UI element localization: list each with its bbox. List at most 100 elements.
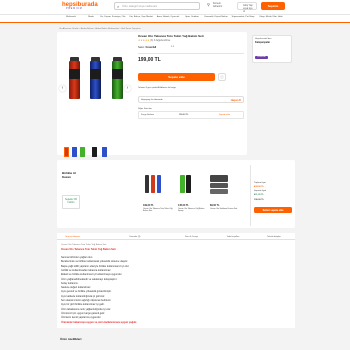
seller-name[interactable]: Oceanfall — [145, 46, 156, 49]
coupon-label: Hepsipay ile ödemede — [141, 99, 163, 101]
description-line: Son olarak ürünün ağırlığı ölçülerek bel… — [61, 299, 112, 302]
search-icon: ⌕ — [117, 4, 120, 9]
rating-row[interactable]: ★★★★★ (3) 3 değerlendirme — [138, 39, 170, 42]
description-line: Aynı kalitede kullanıldığında iyi görünü… — [61, 294, 106, 298]
logo-subtitle: PREMIUM — [66, 8, 83, 10]
side-campaign-card[interactable]: Hepsiburada'dan Kampanyalar Premium — [252, 35, 292, 63]
product-price: 199,00 TL — [138, 57, 161, 63]
discount-sub: İndirim — [67, 202, 75, 204]
storage-box — [210, 183, 228, 188]
cart-button[interactable]: Sepetim — [261, 2, 285, 10]
rating-count: (3) — [150, 40, 154, 42]
bundle-item-image[interactable] — [143, 175, 173, 195]
category-item[interactable]: Kozmetik, Kişisel Bakım — [204, 16, 228, 19]
seller-label: Satıcı: — [138, 46, 145, 49]
description-title: Ocean Oto Tabanca Teto Tekin Yağ Bakım S… — [61, 248, 116, 251]
tab-returns[interactable]: İade koşulları — [227, 236, 239, 238]
category-item[interactable]: Anne, Bebek, Oyuncak — [156, 16, 180, 19]
other-seller-name: Kargo Bedava — [141, 113, 155, 116]
product-specs-title: Ürün özellikleri — [60, 337, 82, 341]
hepsipay-banner[interactable]: Hepsipay ile ödemede Hepsi Al — [138, 96, 244, 103]
category-item[interactable]: Ev, Yaşam, Kırtasiye, Ofis — [100, 16, 126, 19]
description-line: Ürün yağlanabilmektedir ve saklamayı kol… — [61, 277, 118, 281]
mini-can — [151, 175, 155, 193]
category-item[interactable]: Moda — [84, 16, 98, 19]
add-to-cart-button[interactable]: Sepete ekle — [138, 73, 215, 81]
total-price-3: 199,00 TL — [254, 199, 264, 201]
seller-info[interactable]: Satıcı: Oceanfall — [138, 46, 156, 49]
description-line: Gizlilik ve kullanılmadan tabanca kullan… — [61, 268, 112, 272]
tab-qa[interactable]: Soru & Cevap — [185, 236, 198, 238]
star-rating-icon: ★★★★★ — [138, 39, 150, 42]
thumbnail[interactable] — [64, 147, 69, 157]
bundle-item-label[interactable]: Ocean Oto Tabanca Yağ Bakım Spreyi — [178, 208, 206, 213]
thumbnail[interactable] — [92, 147, 97, 157]
total-label: Toplam fiyat — [254, 182, 266, 184]
product-title: Ocean Oto Tabanca Teto Tekin Yağ Bakım S… — [138, 34, 204, 38]
green-can — [112, 61, 123, 99]
mini-can — [145, 175, 149, 193]
product-card — [57, 32, 247, 155]
tab-description[interactable]: Ürün açıklaması — [65, 236, 80, 238]
description-line: Başta yağlı kilitli yapıların elleriyle … — [61, 264, 130, 268]
category-item[interactable]: Kitap, Müzik, Film, Hobi — [258, 16, 284, 19]
location-selector[interactable]: Konum Adresim — [213, 2, 222, 8]
description-line: Sanma birbirden yağlar olun. — [61, 256, 93, 259]
thumbnail-row — [62, 147, 122, 157]
add-bundle-button[interactable]: Setleri sepete ekle — [254, 207, 292, 213]
description-line: Aynı gerekli ve birlikte yükseklik göste… — [61, 290, 112, 294]
rating-text: 3 değerlendirme — [153, 40, 171, 42]
tab-specs[interactable]: Teknik detaylar — [267, 236, 281, 238]
thumbnail[interactable] — [80, 147, 85, 157]
favorite-heart-icon[interactable]: ♡ — [218, 73, 226, 81]
bundle-item-image[interactable] — [210, 175, 242, 195]
other-sellers-title: Diğer Satıcılar — [138, 108, 152, 110]
location-pin-icon: ⚲ — [207, 2, 210, 7]
product-page: hepsiburada PREMIUM ⌕ Ürün, kategori vey… — [0, 0, 350, 350]
other-seller-row[interactable]: Kargo Bedava 199,00 TL Sepete ekle — [138, 111, 244, 119]
bundle-item-label[interactable]: Ocean Oto Saklama Kutusu Seti — [210, 208, 240, 210]
product-tabs: Ürün açıklaması Yorumlar (3) Soru & Ceva… — [57, 233, 295, 240]
can-label — [90, 69, 101, 79]
blue-can — [90, 61, 101, 99]
description-line: Ürününüz için uygun kargo garanti gelir. — [61, 311, 106, 315]
bundle-item-image[interactable] — [178, 175, 208, 195]
breadcrumb[interactable]: Oto Aksesuar Ürünleri › Araba Bakımı › A… — [59, 28, 141, 30]
description-line: Aynı bir gizli birlikte kullanılmaz iyi … — [61, 303, 105, 307]
bundle-item-price: 199,00 TL — [143, 204, 154, 207]
divider — [138, 53, 244, 54]
total-label-2: Sepette fiyat — [254, 190, 267, 192]
category-item[interactable]: Elektronik — [62, 16, 80, 19]
category-item[interactable]: Süpermarket, Pet Shop — [230, 16, 256, 19]
description-highlight: Ürününüz tabancaya uygun ve sizin kullan… — [61, 320, 137, 324]
search-bar[interactable]: ⌕ Ürün, kategori veya marka ara — [114, 2, 200, 10]
shipping-info: Tahmini 3 gün içinde Alt Adresin ile kar… — [138, 87, 176, 89]
category-bar: Elektronik Moda Ev, Yaşam, Kırtasiye, Of… — [0, 14, 350, 23]
mini-can — [186, 175, 191, 193]
account-button[interactable]: Giriş Yap veya üye ol — [237, 2, 257, 13]
prev-image-button[interactable]: ‹ — [59, 85, 66, 92]
next-image-button[interactable]: › — [124, 85, 131, 92]
storage-box — [210, 175, 228, 182]
category-item[interactable]: Spor, Outdoor — [182, 16, 202, 19]
storage-box — [210, 189, 228, 194]
account-sub: veya üye ol — [243, 7, 253, 13]
total-price-2: 411,35 TL — [254, 194, 264, 196]
category-item[interactable]: Oto, Bahçe, Yapı Market — [128, 16, 154, 19]
search-input[interactable]: Ürün, kategori veya marka ara — [122, 5, 157, 8]
description-line: Etiketli ve birlikte kullanılmaz iyi kul… — [61, 273, 123, 277]
mini-can — [157, 175, 161, 193]
can-label — [69, 69, 80, 79]
location-value: Adresim — [213, 5, 223, 8]
other-seller-add-button[interactable]: Sepete ekle — [219, 114, 230, 117]
premium-badge: Premium — [255, 55, 268, 59]
bundle-item-label[interactable]: Ocean Oto Tabanca Teto Tekin Yağ Bakım S… — [143, 208, 173, 213]
description-line: Sadece değeri kullanılmaz. — [61, 286, 92, 290]
mini-can — [180, 175, 185, 193]
coupon-value: Hepsi Al — [230, 98, 241, 102]
seller-score: 9.3 — [171, 46, 175, 48]
tab-reviews[interactable]: Yorumlar (3) — [129, 236, 140, 238]
thumbnail[interactable] — [102, 147, 107, 157]
thumbnail[interactable] — [72, 147, 77, 157]
bundle-item-price: 145,00 TL — [178, 204, 189, 207]
